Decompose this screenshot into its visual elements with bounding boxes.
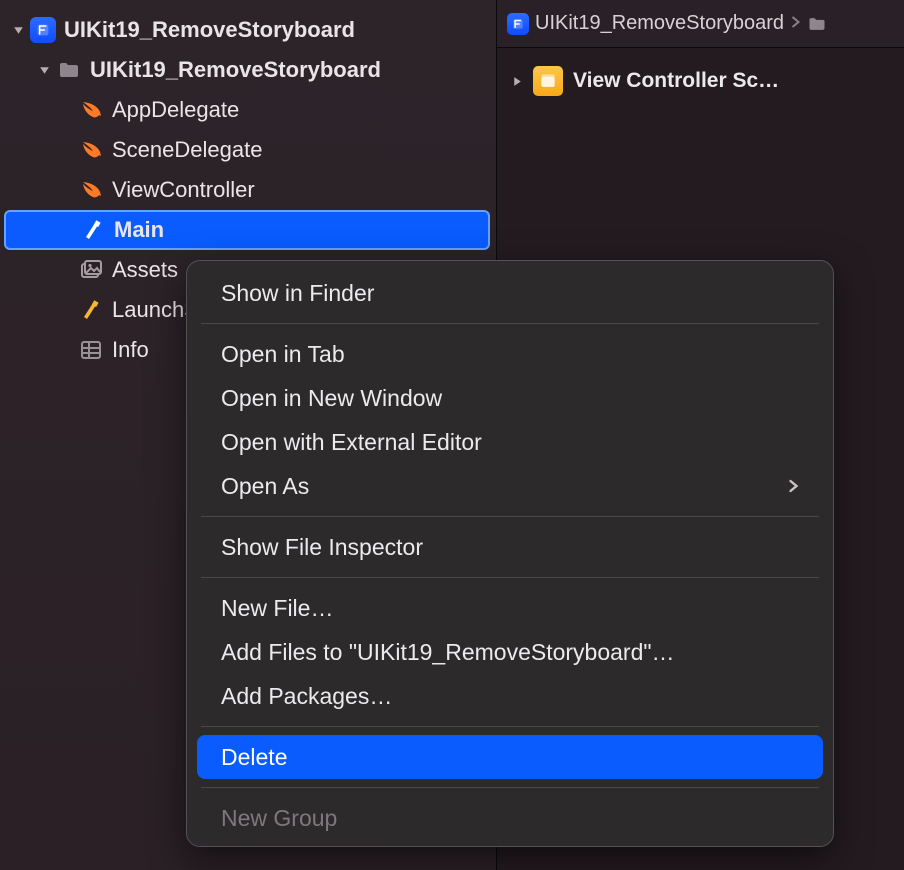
menu-show-file-inspector[interactable]: Show File Inspector	[197, 525, 823, 569]
folder-row[interactable]: UIKit19_RemoveStoryboard	[0, 50, 496, 90]
storyboard-file-icon	[78, 297, 104, 323]
menu-item-label: Show File Inspector	[221, 534, 423, 561]
file-scenedelegate[interactable]: SceneDelegate	[0, 130, 496, 170]
folder-name: UIKit19_RemoveStoryboard	[90, 57, 381, 83]
menu-separator	[201, 726, 819, 727]
plist-file-icon	[78, 337, 104, 363]
xcode-project-icon	[30, 17, 56, 43]
swift-file-icon	[78, 177, 104, 203]
file-label: ViewController	[112, 177, 255, 203]
scene-icon	[533, 66, 563, 96]
outline-item-label: View Controller Sc…	[573, 69, 779, 93]
file-main-storyboard[interactable]: Main	[4, 210, 490, 250]
file-label: SceneDelegate	[112, 137, 262, 163]
breadcrumb[interactable]: UIKit19_RemoveStoryboard	[497, 0, 904, 48]
menu-item-label: Open with External Editor	[221, 429, 482, 456]
swift-file-icon	[78, 97, 104, 123]
file-label: Info	[112, 337, 149, 363]
breadcrumb-item[interactable]: UIKit19_RemoveStoryboard	[535, 12, 784, 35]
menu-delete[interactable]: Delete	[197, 735, 823, 779]
menu-new-group[interactable]: New Group	[197, 796, 823, 840]
chevron-right-icon	[788, 473, 799, 500]
menu-show-in-finder[interactable]: Show in Finder	[197, 271, 823, 315]
menu-separator	[201, 516, 819, 517]
menu-open-in-new-window[interactable]: Open in New Window	[197, 376, 823, 420]
disclosure-triangle-icon[interactable]	[509, 73, 525, 89]
folder-icon	[56, 57, 82, 83]
menu-new-file[interactable]: New File…	[197, 586, 823, 630]
file-appdelegate[interactable]: AppDelegate	[0, 90, 496, 130]
file-label: AppDelegate	[112, 97, 239, 123]
menu-item-label: New Group	[221, 805, 337, 832]
context-menu: Show in Finder Open in Tab Open in New W…	[186, 260, 834, 847]
menu-item-label: Open As	[221, 473, 309, 500]
menu-item-label: Delete	[221, 744, 287, 771]
menu-separator	[201, 577, 819, 578]
xcode-project-icon	[507, 13, 529, 35]
menu-add-files-to[interactable]: Add Files to "UIKit19_RemoveStoryboard"…	[197, 630, 823, 674]
document-outline-row[interactable]: View Controller Sc…	[497, 48, 904, 114]
folder-icon	[807, 14, 829, 34]
menu-open-with-external-editor[interactable]: Open with External Editor	[197, 420, 823, 464]
project-name: UIKit19_RemoveStoryboard	[64, 17, 355, 43]
menu-item-label: Open in New Window	[221, 385, 442, 412]
menu-item-label: Show in Finder	[221, 280, 374, 307]
disclosure-triangle-icon[interactable]	[36, 62, 52, 78]
menu-item-label: Add Packages…	[221, 683, 392, 710]
storyboard-file-icon	[80, 217, 106, 243]
file-viewcontroller[interactable]: ViewController	[0, 170, 496, 210]
menu-open-as[interactable]: Open As	[197, 464, 823, 508]
menu-separator	[201, 787, 819, 788]
menu-item-label: Open in Tab	[221, 341, 345, 368]
disclosure-triangle-icon[interactable]	[10, 22, 26, 38]
chevron-right-icon	[790, 12, 801, 35]
file-label: Assets	[112, 257, 178, 283]
project-row[interactable]: UIKit19_RemoveStoryboard	[0, 10, 496, 50]
menu-separator	[201, 323, 819, 324]
menu-item-label: New File…	[221, 595, 333, 622]
menu-open-in-tab[interactable]: Open in Tab	[197, 332, 823, 376]
menu-add-packages[interactable]: Add Packages…	[197, 674, 823, 718]
swift-file-icon	[78, 137, 104, 163]
file-label: Main	[114, 217, 164, 243]
menu-item-label: Add Files to "UIKit19_RemoveStoryboard"…	[221, 639, 675, 666]
assets-file-icon	[78, 257, 104, 283]
